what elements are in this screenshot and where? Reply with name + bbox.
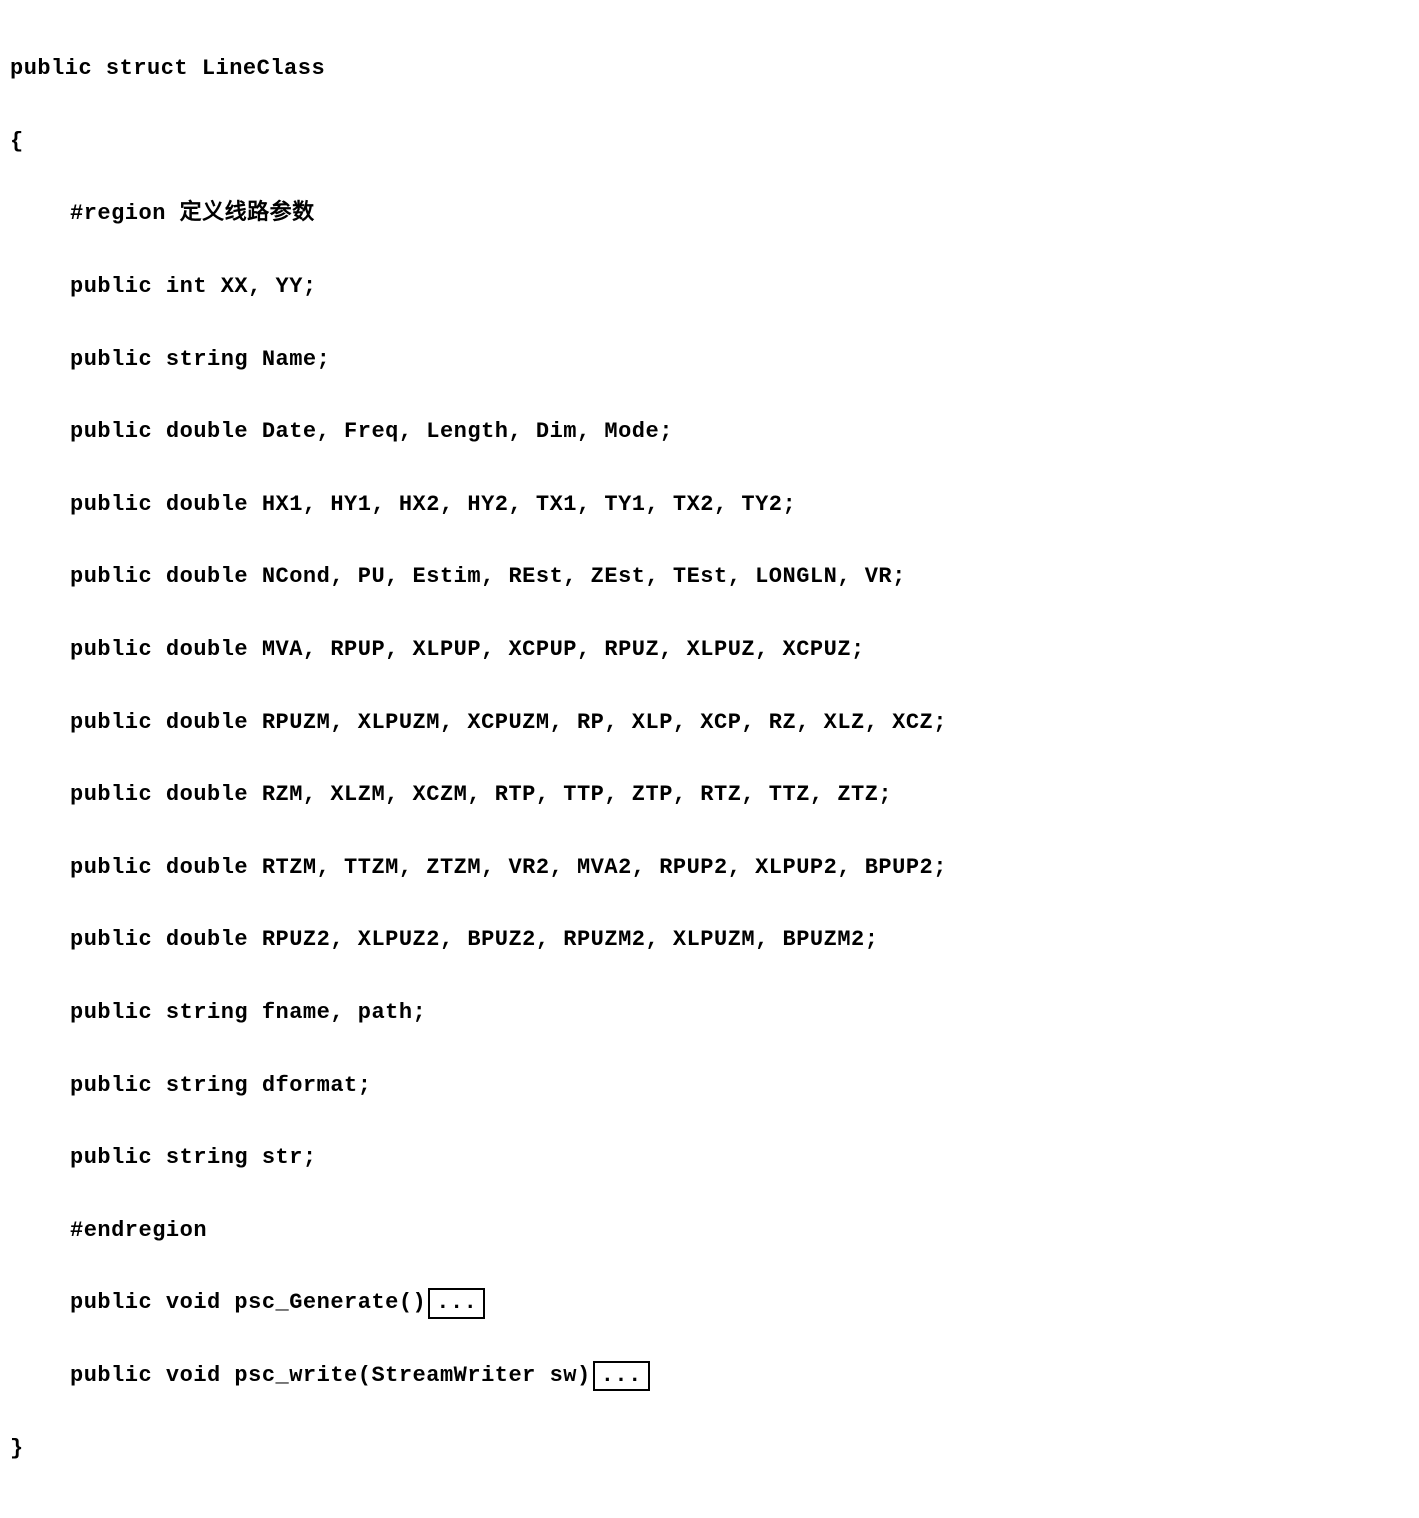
code-line-12: public double RTZM, TTZM, ZTZM, VR2, MVA… — [10, 850, 1409, 886]
code-line-4: public int XX, YY; — [10, 269, 1409, 305]
code-line-16: public string str; — [10, 1140, 1409, 1176]
collapsed-region-icon[interactable]: ... — [593, 1361, 650, 1391]
code-line-2: { — [10, 124, 1409, 160]
code-line-6: public double Date, Freq, Length, Dim, M… — [10, 414, 1409, 450]
code-line-3: #region 定义线路参数 — [10, 196, 1409, 232]
code-line-8: public double NCond, PU, Estim, REst, ZE… — [10, 559, 1409, 595]
code-line-15: public string dformat; — [10, 1068, 1409, 1104]
code-line-11: public double RZM, XLZM, XCZM, RTP, TTP,… — [10, 777, 1409, 813]
code-line-13: public double RPUZ2, XLPUZ2, BPUZ2, RPUZ… — [10, 922, 1409, 958]
code-line-17: #endregion — [10, 1213, 1409, 1249]
collapsed-region-icon[interactable]: ... — [428, 1288, 485, 1318]
code-block: public struct LineClass { #region 定义线路参数… — [10, 15, 1409, 1503]
method-signature-2: public void psc_write(StreamWriter sw) — [70, 1363, 591, 1388]
code-line-19: public void psc_write(StreamWriter sw)..… — [10, 1358, 1409, 1394]
code-line-5: public string Name; — [10, 342, 1409, 378]
code-line-9: public double MVA, RPUP, XLPUP, XCPUP, R… — [10, 632, 1409, 668]
code-line-14: public string fname, path; — [10, 995, 1409, 1031]
code-line-18: public void psc_Generate()... — [10, 1285, 1409, 1321]
code-line-7: public double HX1, HY1, HX2, HY2, TX1, T… — [10, 487, 1409, 523]
code-line-10: public double RPUZM, XLPUZM, XCPUZM, RP,… — [10, 705, 1409, 741]
code-line-1: public struct LineClass — [10, 51, 1409, 87]
method-signature-1: public void psc_Generate() — [70, 1290, 426, 1315]
code-line-20: } — [10, 1431, 1409, 1467]
